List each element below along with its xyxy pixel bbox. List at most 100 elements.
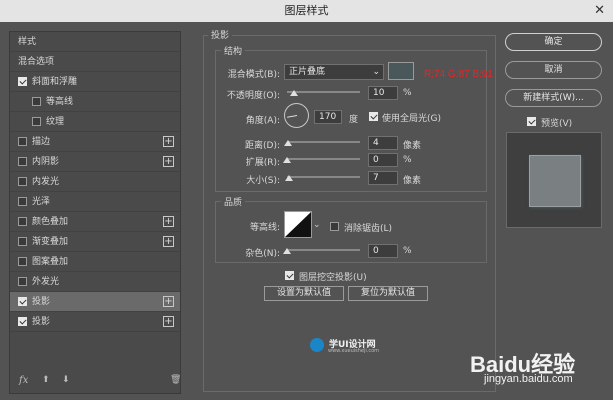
size-input[interactable]: 7 bbox=[368, 171, 398, 185]
style-item-checkbox[interactable] bbox=[18, 197, 27, 206]
distance-label: 距离(D): bbox=[245, 141, 280, 151]
move-down-icon[interactable]: ⬇ bbox=[62, 375, 70, 385]
xueui-logo-icon bbox=[310, 338, 324, 352]
size-unit: 像素 bbox=[403, 176, 422, 186]
size-slider-track[interactable] bbox=[287, 176, 360, 178]
style-item-checkbox[interactable] bbox=[32, 117, 41, 126]
ok-button[interactable]: 确定 bbox=[505, 33, 602, 51]
global-light-checkbox[interactable] bbox=[369, 112, 378, 121]
cancel-button[interactable]: 取消 bbox=[505, 61, 602, 79]
style-item[interactable]: 斜面和浮雕 bbox=[10, 72, 180, 92]
style-item-checkbox[interactable] bbox=[18, 297, 27, 306]
spread-unit: % bbox=[403, 155, 412, 165]
styles-list-panel: 样式 混合选项 斜面和浮雕 等高线 纹理 描边 + 内阴影 + 内发光 光泽 颜色叠加 + 渐变叠加 +… bbox=[9, 31, 181, 394]
style-item-label: 投影 bbox=[32, 317, 51, 327]
style-item-label: 等高线 bbox=[46, 97, 74, 107]
style-item[interactable]: 投影 + bbox=[10, 312, 180, 332]
distance-input[interactable]: 4 bbox=[368, 136, 398, 150]
style-item-label: 颜色叠加 bbox=[32, 217, 69, 227]
antialias-checkbox[interactable] bbox=[330, 222, 339, 231]
close-icon[interactable]: ✕ bbox=[594, 0, 605, 22]
noise-input[interactable]: 0 bbox=[368, 244, 398, 258]
style-item-checkbox[interactable] bbox=[18, 217, 27, 226]
style-item-label: 斜面和浮雕 bbox=[32, 77, 78, 87]
opacity-label: 不透明度(O): bbox=[226, 91, 280, 101]
trash-icon[interactable]: 🗑 bbox=[170, 375, 181, 385]
angle-dial[interactable] bbox=[284, 103, 309, 128]
noise-label: 杂色(N): bbox=[245, 249, 280, 259]
style-item-checkbox[interactable] bbox=[18, 157, 27, 166]
style-item[interactable]: 图案叠加 bbox=[10, 252, 180, 272]
blend-mode-select[interactable]: 正片叠底 ⌄ bbox=[284, 64, 384, 80]
make-default-button[interactable]: 设置为默认值 bbox=[264, 286, 344, 301]
style-item[interactable]: 内发光 bbox=[10, 172, 180, 192]
distance-unit: 像素 bbox=[403, 141, 422, 151]
opacity-input[interactable]: 10 bbox=[368, 86, 398, 100]
move-up-icon[interactable]: ⬆ bbox=[42, 375, 50, 385]
xueui-logo-url: www.xueuisheji.com bbox=[328, 348, 380, 354]
style-item-label: 光泽 bbox=[32, 197, 51, 207]
contour-picker[interactable] bbox=[284, 211, 312, 238]
style-item[interactable]: 外发光 bbox=[10, 272, 180, 292]
blend-mode-value: 正片叠底 bbox=[289, 67, 326, 77]
add-effect-icon[interactable]: + bbox=[163, 316, 174, 327]
add-effect-icon[interactable]: + bbox=[163, 236, 174, 247]
distance-slider-knob[interactable] bbox=[284, 140, 293, 146]
style-item-checkbox[interactable] bbox=[18, 177, 27, 186]
style-item-checkbox[interactable] bbox=[18, 237, 27, 246]
blend-options-label: 混合选项 bbox=[18, 57, 55, 67]
angle-input[interactable]: 170 bbox=[314, 110, 342, 124]
style-item[interactable]: 等高线 bbox=[10, 92, 180, 112]
style-item-checkbox[interactable] bbox=[18, 77, 27, 86]
window-titlebar: 图层样式 ✕ bbox=[0, 0, 613, 22]
spread-slider-knob[interactable] bbox=[283, 157, 291, 163]
style-item-label: 纹理 bbox=[46, 117, 65, 127]
opacity-unit: % bbox=[403, 88, 412, 98]
blend-mode-label: 混合模式(B): bbox=[227, 70, 280, 80]
structure-title: 结构 bbox=[221, 44, 246, 57]
preview-checkbox[interactable] bbox=[527, 117, 536, 126]
new-style-button[interactable]: 新建样式(W)... bbox=[505, 89, 602, 107]
styles-header[interactable]: 样式 bbox=[10, 32, 180, 52]
blend-options-item[interactable]: 混合选项 bbox=[10, 52, 180, 72]
shadow-color-swatch[interactable] bbox=[388, 62, 414, 80]
reset-default-button[interactable]: 复位为默认值 bbox=[348, 286, 428, 301]
style-item[interactable]: 纹理 bbox=[10, 112, 180, 132]
add-effect-icon[interactable]: + bbox=[163, 136, 174, 147]
angle-dial-needle bbox=[287, 115, 298, 118]
style-item[interactable]: 内阴影 + bbox=[10, 152, 180, 172]
drop-shadow-title: 投影 bbox=[208, 28, 233, 41]
style-item-checkbox[interactable] bbox=[18, 317, 27, 326]
fx-icon[interactable]: fx bbox=[19, 375, 28, 386]
noise-slider-knob[interactable] bbox=[283, 248, 291, 254]
spread-slider-track[interactable] bbox=[287, 158, 360, 160]
noise-slider-track[interactable] bbox=[287, 249, 360, 251]
preview-label: 预览(V) bbox=[541, 119, 573, 129]
style-item[interactable]: 光泽 bbox=[10, 192, 180, 212]
spread-input[interactable]: 0 bbox=[368, 153, 398, 167]
style-item-checkbox[interactable] bbox=[18, 137, 27, 146]
spread-label: 扩展(R): bbox=[245, 158, 280, 168]
add-effect-icon[interactable]: + bbox=[163, 296, 174, 307]
style-item[interactable]: 颜色叠加 + bbox=[10, 212, 180, 232]
style-item-checkbox[interactable] bbox=[18, 257, 27, 266]
style-item-checkbox[interactable] bbox=[32, 97, 41, 106]
knockout-checkbox[interactable] bbox=[285, 271, 294, 280]
style-item-label: 内发光 bbox=[32, 177, 60, 187]
style-item-label: 描边 bbox=[32, 137, 51, 147]
antialias-label: 消除锯齿(L) bbox=[344, 224, 393, 234]
style-item[interactable]: 渐变叠加 + bbox=[10, 232, 180, 252]
angle-unit: 度 bbox=[349, 115, 359, 125]
style-item[interactable]: 投影 + bbox=[10, 292, 180, 312]
add-effect-icon[interactable]: + bbox=[163, 216, 174, 227]
add-effect-icon[interactable]: + bbox=[163, 156, 174, 167]
opacity-slider-knob[interactable] bbox=[290, 90, 299, 96]
style-item-label: 图案叠加 bbox=[32, 257, 69, 267]
size-slider-knob[interactable] bbox=[285, 175, 294, 181]
style-item[interactable]: 描边 + bbox=[10, 132, 180, 152]
contour-chevron-down-icon[interactable]: ⌄ bbox=[313, 220, 321, 230]
distance-slider-track[interactable] bbox=[287, 141, 360, 143]
style-item-checkbox[interactable] bbox=[18, 277, 27, 286]
chevron-down-icon: ⌄ bbox=[372, 67, 380, 77]
noise-unit: % bbox=[403, 246, 412, 256]
